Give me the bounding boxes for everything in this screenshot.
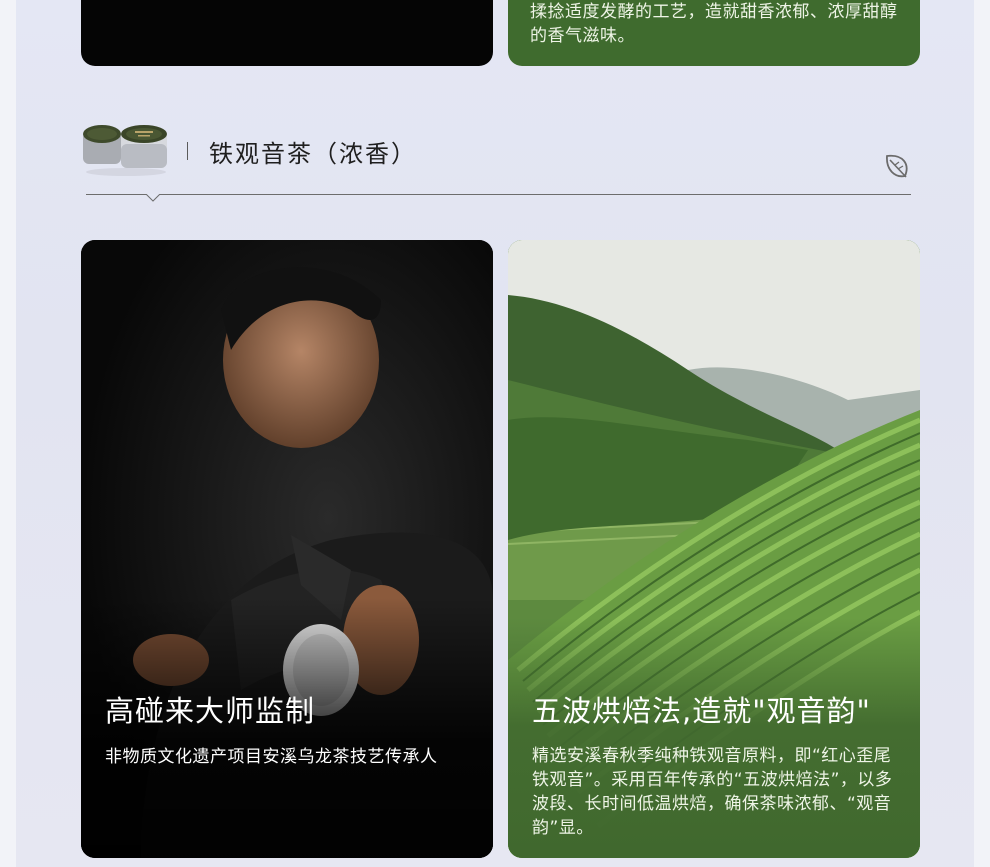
tea-master-card: 高碰来大师监制 非物质文化遗产项目安溪乌龙茶技艺传承人 bbox=[81, 240, 493, 858]
section-header: 铁观音茶（浓香） bbox=[81, 122, 911, 202]
header-rule bbox=[86, 194, 911, 195]
section-title: 铁观音茶（浓香） bbox=[209, 140, 417, 168]
leaf-icon bbox=[886, 154, 908, 178]
tea-roasting-desc: 精选安溪春秋季纯种铁观音原料，即“红心歪尾铁观音”。采用百年传承的“五波烘焙法”… bbox=[532, 746, 893, 838]
top-left-card bbox=[81, 0, 493, 66]
tea-master-title: 高碰来大师监制 bbox=[105, 694, 316, 728]
header-divider bbox=[187, 142, 188, 160]
header-rule-notch bbox=[146, 194, 160, 202]
tea-roasting-title: 五波烘焙法,造就"观音韵" bbox=[532, 694, 871, 728]
top-right-card-desc: 揉捻适度发酵的工艺，造就甜香浓郁、浓厚甜醇的香气滋味。 bbox=[530, 2, 898, 46]
tea-master-subtitle: 非物质文化遗产项目安溪乌龙茶技艺传承人 bbox=[105, 747, 438, 767]
tea-cans-icon bbox=[83, 125, 167, 176]
top-right-card: 揉捻适度发酵的工艺，造就甜香浓郁、浓厚甜醇的香气滋味。 bbox=[508, 0, 920, 66]
tea-roasting-card: 五波烘焙法,造就"观音韵" 精选安溪春秋季纯种铁观音原料，即“红心歪尾铁观音”。… bbox=[508, 240, 920, 858]
